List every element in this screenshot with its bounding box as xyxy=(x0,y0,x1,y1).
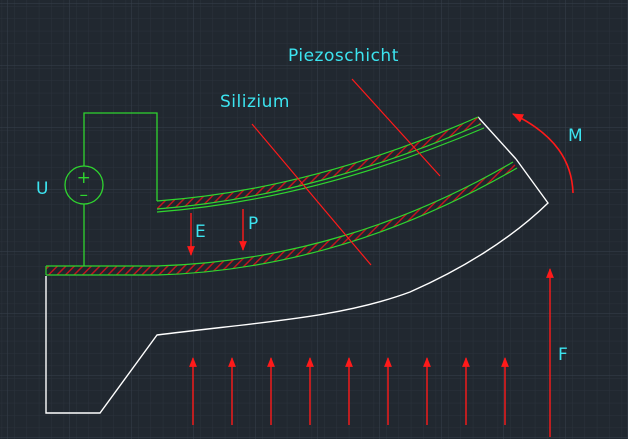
polarization-label: P xyxy=(248,214,259,234)
piezo-layer-label: Piezoschicht xyxy=(288,46,399,66)
minus-sign: – xyxy=(80,185,89,205)
silicon-label: Silizium xyxy=(220,92,290,112)
electric-field-label: E xyxy=(195,222,206,242)
force-label: F xyxy=(558,345,568,365)
moment-label: M xyxy=(568,126,583,146)
piezo-bender-diagram: + – Piezoschicht Silizium U E P M F xyxy=(0,0,628,439)
voltage-label: U xyxy=(36,179,49,199)
